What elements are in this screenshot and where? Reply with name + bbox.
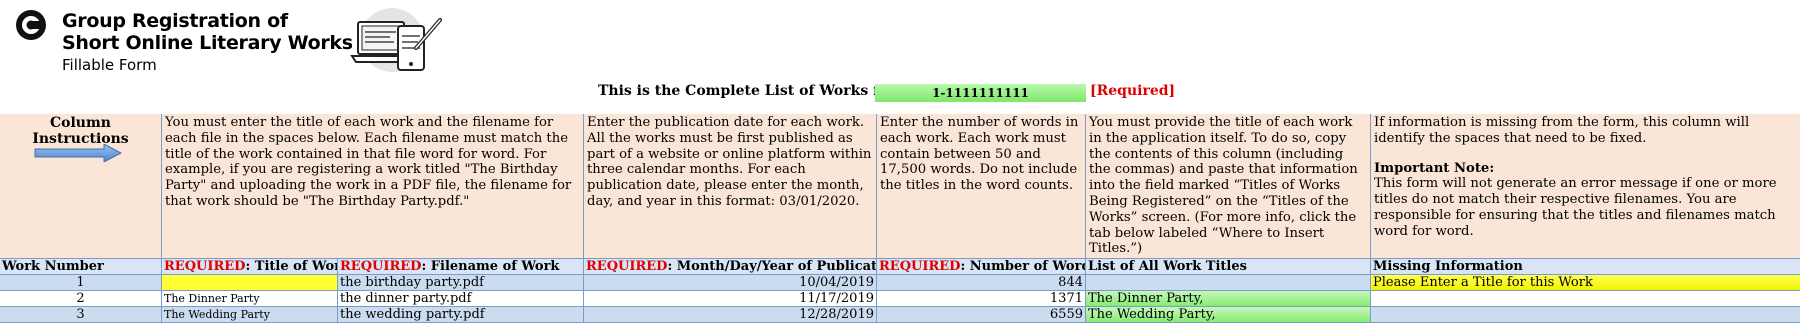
work-number-cell: 1: [0, 275, 162, 290]
title-cell[interactable]: The Dinner Party: [162, 291, 338, 306]
col-publication-date: REQUIRED: Month/Day/Year of Publication: [586, 259, 877, 274]
column-header-row: Work Number REQUIRED: Title of Work REQU…: [0, 259, 1800, 275]
complete-list-bar: This is the Complete List of Works for: …: [0, 82, 1800, 104]
publication-date-cell[interactable]: 12/28/2019: [584, 307, 877, 322]
form-title: Group Registration of Short Online Liter…: [62, 10, 353, 54]
work-titles-list-cell[interactable]: The Dinner Party,: [1086, 291, 1371, 306]
form-subtitle: Fillable Form: [62, 56, 157, 74]
table-row: 3 The Wedding Party the wedding party.pd…: [0, 307, 1800, 323]
col-filename: REQUIRED: Filename of Work: [338, 259, 584, 274]
work-titles-list-cell[interactable]: [1086, 275, 1371, 290]
missing-info-cell: [1371, 291, 1800, 306]
work-titles-list-cell[interactable]: The Wedding Party,: [1086, 307, 1371, 322]
registration-number-field[interactable]: 1-1111111111: [875, 84, 1086, 102]
missing-info-cell: [1371, 307, 1800, 322]
word-count-cell[interactable]: 1371: [877, 291, 1086, 306]
table-row: 2 The Dinner Party the dinner party.pdf …: [0, 291, 1800, 307]
instructions-row: Column Instructions You must enter the t…: [0, 114, 1800, 259]
col-title: REQUIRED: Title of Work: [162, 259, 338, 274]
filename-cell[interactable]: the dinner party.pdf: [338, 291, 584, 306]
word-count-cell[interactable]: 844: [877, 275, 1086, 290]
col-number-of-words: REQUIRED: Number of Words: [879, 259, 1086, 274]
instructions-titles: You must provide the title of each work …: [1086, 114, 1371, 258]
col-work-number: Work Number: [0, 259, 162, 274]
complete-list-label: This is the Complete List of Works for:: [598, 83, 902, 99]
copyright-office-logo: [16, 10, 46, 40]
laptop-tablet-stylus-icon: [350, 8, 442, 72]
col-missing-info: Missing Information: [1373, 259, 1523, 274]
missing-info-cell: Please Enter a Title for this Work: [1371, 275, 1800, 290]
instructions-publication: Enter the publication date for each work…: [584, 114, 877, 258]
table-row: 1 the birthday party.pdf 10/04/2019 844 …: [0, 275, 1800, 291]
instructions-words: Enter the number of words in each work. …: [877, 114, 1086, 258]
required-tag: [Required]: [1090, 83, 1176, 99]
column-instructions-label: Column Instructions: [0, 114, 162, 258]
arrow-right-icon: [34, 144, 122, 162]
title-cell[interactable]: The Wedding Party: [162, 307, 338, 322]
instructions-title-filename: You must enter the title of each work an…: [162, 114, 584, 258]
filename-cell[interactable]: the wedding party.pdf: [338, 307, 584, 322]
instructions-missing: If information is missing from the form,…: [1374, 115, 1777, 239]
work-number-cell: 2: [0, 291, 162, 306]
col-work-titles-list: List of All Work Titles: [1086, 259, 1371, 274]
title-cell[interactable]: [162, 275, 338, 290]
word-count-cell[interactable]: 6559: [877, 307, 1086, 322]
filename-cell[interactable]: the birthday party.pdf: [338, 275, 584, 290]
work-number-cell: 3: [0, 307, 162, 322]
publication-date-cell[interactable]: 11/17/2019: [584, 291, 877, 306]
publication-date-cell[interactable]: 10/04/2019: [584, 275, 877, 290]
form-header: Group Registration of Short Online Liter…: [14, 8, 554, 80]
